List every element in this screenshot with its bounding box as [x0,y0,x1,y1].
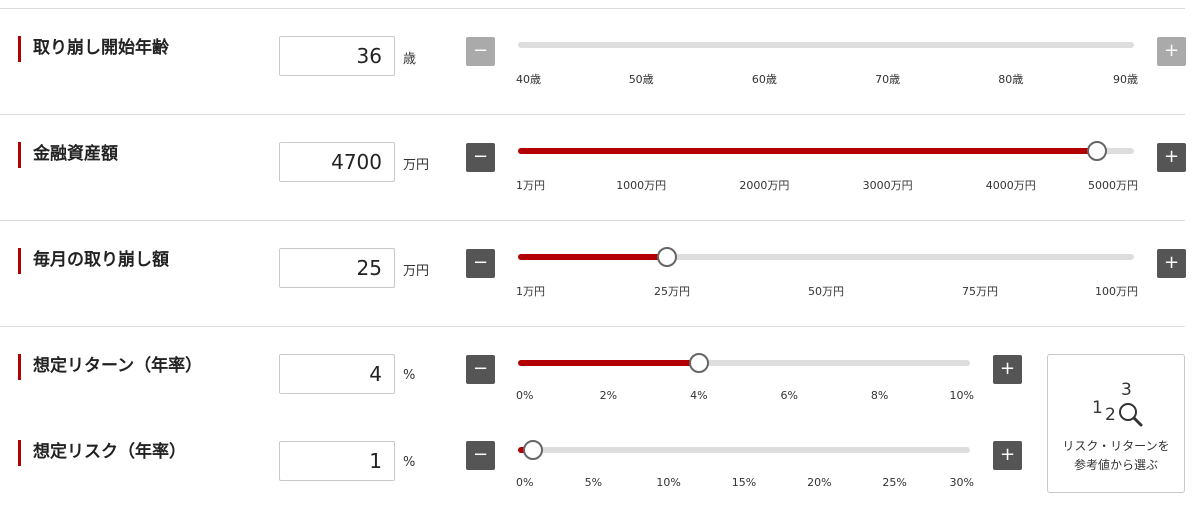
slider-tick-label: 10% [949,389,974,402]
unit-label: % [403,455,416,470]
decrement-button[interactable]: − [466,249,495,278]
unit-label: % [403,368,416,383]
slider-ticks: 0% 2% 4% 6% 8% 10% [516,389,974,405]
slider-tick-label: 25万円 [654,285,690,298]
row-label: 想定リターン（年率） [18,354,202,380]
slider-track[interactable] [518,141,1134,161]
increment-button[interactable]: + [1157,37,1186,66]
slider-thumb[interactable] [523,440,544,460]
slider-tick-label: 70歳 [875,73,901,86]
slider-tick-label: 30% [949,476,974,489]
increment-button[interactable]: + [1157,143,1186,172]
unit-label: 万円 [403,264,430,279]
assets-input[interactable]: 4700 [279,142,395,182]
slider-tick-label: 40歳 [516,73,541,86]
slider-tick-label: 1万円 [516,179,545,192]
slider-tick-label: 80歳 [998,73,1024,86]
increment-button[interactable]: + [993,355,1022,384]
row-label: 取り崩し開始年齢 [18,36,169,62]
row-label: 毎月の取り崩し額 [18,248,169,274]
slider-tick-label: 2% [599,389,618,402]
icon-digit: 1 [1092,398,1103,418]
icon-digit: 3 [1121,380,1132,400]
decrement-button[interactable]: − [466,441,495,470]
slider-thumb[interactable] [688,353,709,373]
slider-thumb[interactable] [1087,141,1108,161]
slider-tick-label: 100万円 [1095,285,1138,298]
slider-tick-label: 0% [516,389,534,402]
icon-digit: 2 [1105,405,1116,425]
slider-tick-label: 4000万円 [985,179,1036,192]
slider-tick-label: 4% [690,389,708,402]
row-divider [0,326,1185,327]
row-label: 想定リスク（年率） [18,440,186,466]
slider-tick-label: 8% [870,389,889,402]
slider-tick-label: 5% [584,476,603,489]
slider-ticks: 0% 5% 10% 15% 20% 25% 30% [516,476,974,492]
decrement-button[interactable]: − [466,37,495,66]
slider-track[interactable] [518,42,1134,48]
decrement-button[interactable]: − [466,355,495,384]
slider-tick-label: 15% [731,476,757,489]
slider-tick-label: 60歳 [751,73,777,86]
row-divider [0,220,1185,221]
slider-thumb[interactable] [657,247,678,267]
unit-label: 歳 [403,52,417,67]
slider-tick-label: 6% [780,389,798,402]
reference-button-line: リスク・リターンを [1062,439,1170,453]
slider-tick-label: 3000万円 [862,179,913,192]
top-divider [0,8,1185,9]
slider-fill [518,254,668,260]
slider-tick-label: 90歳 [1113,73,1138,86]
increment-button[interactable]: + [1157,249,1186,278]
unit-label: 万円 [403,158,430,173]
slider-tick-label: 50万円 [808,285,844,298]
row-label: 金融資産額 [18,142,118,168]
increment-button[interactable]: + [993,441,1022,470]
reference-values-button[interactable]: 1 2 3 リスク・リターンを 参考値から選ぶ [1047,354,1185,493]
reference-button-text: リスク・リターンを 参考値から選ぶ [1048,437,1184,475]
slider-tick-label: 0% [516,476,534,489]
start-age-input[interactable]: 36 [279,36,395,76]
row-divider [0,114,1185,115]
slider-tick-label: 20% [807,476,832,489]
reference-button-line: 参考値から選ぶ [1073,458,1158,472]
slider-tick-label: 5000万円 [1088,179,1138,192]
slider-track[interactable] [518,440,970,460]
slider-fill [518,360,699,366]
slider-ticks: 40歳 50歳 60歳 70歳 80歳 90歳 [516,71,1138,87]
slider-tick-label: 1000万円 [616,179,667,192]
slider-ticks: 1万円 1000万円 2000万円 3000万円 4000万円 5000万円 [516,177,1138,193]
slider-ticks: 1万円 25万円 50万円 75万円 100万円 [516,283,1138,299]
expected-risk-input[interactable]: 1 [279,441,395,481]
slider-tick-label: 25% [882,476,907,489]
numbers-magnifier-icon: 1 2 3 [1092,380,1143,427]
slider-tick-label: 75万円 [962,285,998,298]
slider-track[interactable] [518,247,1134,267]
slider-tick-label: 2000万円 [739,179,790,192]
expected-return-input[interactable]: 4 [279,354,395,394]
slider-track[interactable] [518,353,970,373]
slider-tick-label: 50歳 [628,73,654,86]
slider-tick-label: 10% [656,476,681,489]
decrement-button[interactable]: − [466,143,495,172]
monthly-withdrawal-input[interactable]: 25 [279,248,395,288]
slider-tick-label: 1万円 [516,285,545,298]
slider-fill [518,148,1098,154]
